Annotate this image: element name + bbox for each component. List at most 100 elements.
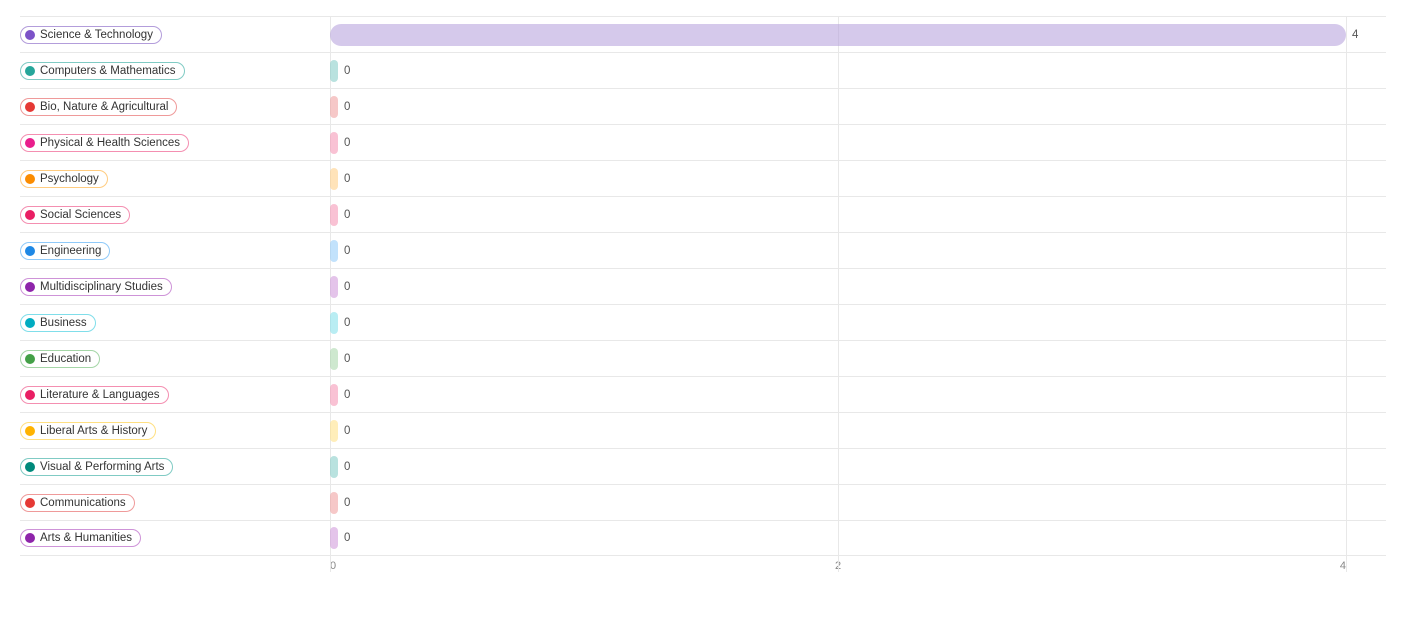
bar-label-pill: Visual & Performing Arts — [20, 458, 173, 476]
bar-value-label: 0 — [344, 281, 350, 293]
bar-label-pill: Multidisciplinary Studies — [20, 278, 172, 296]
bar-track — [330, 132, 338, 154]
bar-label-container: Physical & Health Sciences — [20, 125, 189, 160]
bar-value-label: 0 — [344, 389, 350, 401]
bar-track — [330, 420, 338, 442]
bar-track — [330, 60, 338, 82]
bar-label-container: Visual & Performing Arts — [20, 449, 173, 484]
bar-track — [330, 348, 338, 370]
bar-dot — [25, 174, 35, 184]
bar-dot — [25, 426, 35, 436]
bar-track — [330, 492, 338, 514]
bar-value-label: 0 — [344, 245, 350, 257]
bar-dot — [25, 210, 35, 220]
bar-label-pill: Engineering — [20, 242, 110, 260]
bar-row: Psychology 0 — [20, 160, 1386, 196]
bar-label-text: Physical & Health Sciences — [40, 137, 180, 149]
bar-row: Visual & Performing Arts 0 — [20, 448, 1386, 484]
bar-row: Multidisciplinary Studies 0 — [20, 268, 1386, 304]
bar-row: Science & Technology 4 — [20, 16, 1386, 52]
bar-row: Communications 0 — [20, 484, 1386, 520]
bar-label-text: Multidisciplinary Studies — [40, 281, 163, 293]
bar-track — [330, 96, 338, 118]
bar-value-label: 0 — [344, 317, 350, 329]
bar-value-label: 0 — [344, 425, 350, 437]
bar-label-container: Social Sciences — [20, 197, 130, 232]
bar-value-label: 4 — [1352, 29, 1358, 41]
bar-value-label: 0 — [344, 461, 350, 473]
bar-label-container: Multidisciplinary Studies — [20, 269, 172, 304]
bar-label-text: Social Sciences — [40, 209, 121, 221]
bars-container: Science & Technology 4 Computers & Mathema… — [20, 16, 1386, 556]
bar-dot — [25, 462, 35, 472]
bar-value-label: 0 — [344, 137, 350, 149]
bar-label-pill: Psychology — [20, 170, 108, 188]
bar-label-text: Visual & Performing Arts — [40, 461, 164, 473]
bar-dot — [25, 246, 35, 256]
x-axis-label: 4 — [1340, 560, 1346, 572]
bar-dot — [25, 66, 35, 76]
bar-label-pill: Literature & Languages — [20, 386, 169, 404]
bar-value-label: 0 — [344, 532, 350, 544]
bar-label-container: Business — [20, 305, 96, 340]
bar-label-text: Literature & Languages — [40, 389, 160, 401]
bar-row: Education 0 — [20, 340, 1386, 376]
bar-label-pill: Business — [20, 314, 96, 332]
x-axis: 024 — [20, 560, 1386, 572]
bar-value-label: 0 — [344, 101, 350, 113]
bar-value-label: 0 — [344, 65, 350, 77]
bar-row: Physical & Health Sciences 0 — [20, 124, 1386, 160]
bar-label-container: Arts & Humanities — [20, 521, 141, 555]
bar-dot — [25, 30, 35, 40]
bar-label-container: Bio, Nature & Agricultural — [20, 89, 177, 124]
bar-dot — [25, 318, 35, 328]
bar-label-container: Engineering — [20, 233, 110, 268]
bar-label-container: Psychology — [20, 161, 108, 196]
bar-dot — [25, 354, 35, 364]
bar-label-container: Science & Technology — [20, 17, 162, 52]
bar-dot — [25, 138, 35, 148]
bar-track — [330, 276, 338, 298]
bar-value-label: 0 — [344, 209, 350, 221]
bar-track — [330, 204, 338, 226]
page-container: Science & Technology 4 Computers & Mathema… — [20, 16, 1386, 572]
bar-label-text: Engineering — [40, 245, 101, 257]
bar-label-pill: Physical & Health Sciences — [20, 134, 189, 152]
bar-label-text: Liberal Arts & History — [40, 425, 147, 437]
bar-value-label: 0 — [344, 173, 350, 185]
bar-label-container: Communications — [20, 485, 135, 520]
bar-row: Business 0 — [20, 304, 1386, 340]
bar-label-pill: Computers & Mathematics — [20, 62, 185, 80]
bar-label-pill: Bio, Nature & Agricultural — [20, 98, 177, 116]
bar-label-pill: Communications — [20, 494, 135, 512]
bar-value-label: 0 — [344, 497, 350, 509]
bar-track — [330, 456, 338, 478]
bar-track — [330, 240, 338, 262]
bar-label-pill: Arts & Humanities — [20, 529, 141, 547]
bar-row: Liberal Arts & History 0 — [20, 412, 1386, 448]
bar-value-label: 0 — [344, 353, 350, 365]
bar-track — [330, 168, 338, 190]
bar-label-container: Literature & Languages — [20, 377, 169, 412]
chart-area: Science & Technology 4 Computers & Mathema… — [20, 16, 1386, 572]
bar-label-text: Business — [40, 317, 87, 329]
bar-row: Engineering 0 — [20, 232, 1386, 268]
bar-row: Social Sciences 0 — [20, 196, 1386, 232]
x-axis-label: 2 — [835, 560, 841, 572]
bar-row: Computers & Mathematics 0 — [20, 52, 1386, 88]
bar-label-text: Education — [40, 353, 91, 365]
bar-dot — [25, 390, 35, 400]
bar-track — [330, 384, 338, 406]
bar-label-pill: Science & Technology — [20, 26, 162, 44]
bar-label-text: Psychology — [40, 173, 99, 185]
bar-track — [330, 312, 338, 334]
bar-label-pill: Liberal Arts & History — [20, 422, 156, 440]
bar-dot — [25, 498, 35, 508]
bar-row: Literature & Languages 0 — [20, 376, 1386, 412]
bar-dot — [25, 102, 35, 112]
bar-dot — [25, 282, 35, 292]
bar-label-text: Communications — [40, 497, 126, 509]
bar-label-text: Arts & Humanities — [40, 532, 132, 544]
bar-track — [330, 24, 1346, 46]
bar-label-text: Bio, Nature & Agricultural — [40, 101, 168, 113]
